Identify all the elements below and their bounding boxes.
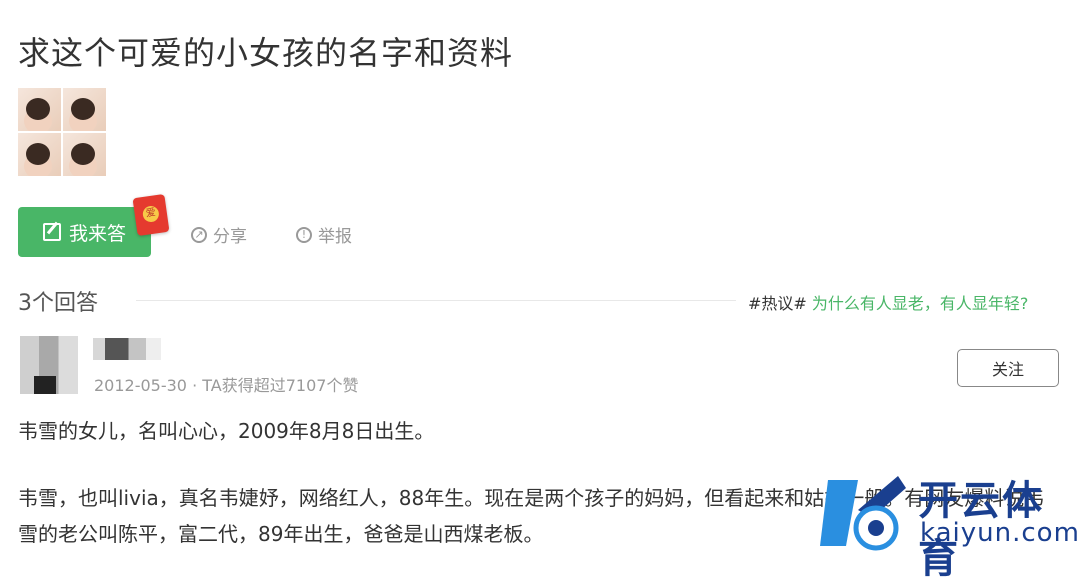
photo-tile bbox=[63, 88, 106, 131]
red-envelope-icon[interactable]: 爱 bbox=[132, 193, 170, 237]
username-blurred[interactable] bbox=[93, 338, 161, 360]
follow-button[interactable]: 关注 bbox=[957, 349, 1059, 387]
share-icon: ↗ bbox=[191, 226, 207, 243]
answer-button-label: 我来答 bbox=[68, 222, 126, 245]
question-title: 求这个可爱的小女孩的名字和资料 bbox=[18, 34, 514, 72]
brand-name-en: kaiyun.com bbox=[920, 518, 1080, 548]
answer-button[interactable]: 我来答 bbox=[18, 207, 151, 257]
share-label: 分享 bbox=[213, 227, 247, 247]
answer-meta: 2012-05-30 · TA获得超过7107个赞 bbox=[94, 376, 359, 395]
brand-logo-icon bbox=[820, 476, 906, 551]
report-button[interactable]: ! 举报 bbox=[296, 222, 352, 247]
photo-tile bbox=[63, 133, 106, 176]
answer-count: 3个回答 bbox=[18, 291, 98, 316]
divider bbox=[136, 300, 736, 301]
topic-tag: #热议# bbox=[748, 294, 807, 313]
photo-tile bbox=[18, 88, 61, 131]
question-image-thumbnail[interactable] bbox=[18, 88, 106, 176]
answer-paragraph: 韦雪的女儿，名叫心心，2009年8月8日出生。 bbox=[18, 419, 435, 443]
share-button[interactable]: ↗ 分享 bbox=[191, 222, 247, 247]
topic-question-link[interactable]: 为什么有人显老，有人显年轻? bbox=[812, 294, 1029, 313]
hot-topic[interactable]: #热议# 为什么有人显老，有人显年轻? bbox=[748, 290, 1028, 314]
alert-icon: ! bbox=[296, 226, 312, 243]
avatar[interactable] bbox=[20, 336, 78, 394]
photo-tile bbox=[18, 133, 61, 176]
edit-icon bbox=[42, 223, 61, 241]
report-label: 举报 bbox=[318, 227, 352, 247]
brand-watermark: 开云体育 kaiyun.com bbox=[818, 462, 1080, 582]
